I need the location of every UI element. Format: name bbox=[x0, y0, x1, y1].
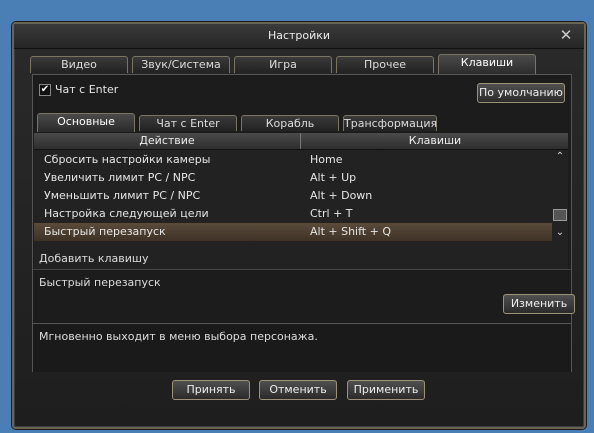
settings-window: Настройки ✕ Видео Звук/Система Игра Проч… bbox=[12, 22, 586, 429]
row-action: Уменьшить лимит PC / NPC bbox=[44, 189, 201, 202]
subtab-basic[interactable]: Основные bbox=[37, 113, 135, 132]
table-row[interactable]: Уменьшить лимит PC / NPC Alt + Down bbox=[34, 187, 552, 205]
subtab-chat-enter[interactable]: Чат с Enter bbox=[139, 115, 237, 131]
tab-misc[interactable]: Прочее bbox=[336, 56, 434, 73]
row-keys: Alt + Up bbox=[310, 171, 357, 184]
row-keys: Alt + Down bbox=[310, 189, 373, 202]
row-keys: Ctrl + T bbox=[310, 207, 353, 220]
tab-sound-system[interactable]: Звук/Система bbox=[132, 56, 230, 73]
row-action: Сбросить настройки камеры bbox=[44, 153, 211, 166]
tab-video[interactable]: Видео bbox=[30, 56, 128, 73]
chat-enter-label: Чат с Enter bbox=[55, 83, 119, 96]
row-keys: Home bbox=[310, 153, 343, 166]
window-title: Настройки bbox=[267, 29, 331, 42]
description-box: Мгновенно выходит в меню выбора персонаж… bbox=[33, 323, 571, 372]
row-action: Настройка следующей цели bbox=[44, 207, 209, 220]
add-key-label[interactable]: Добавить клавишу bbox=[39, 252, 149, 265]
title-bar: Настройки ✕ bbox=[14, 24, 584, 49]
table-header: Действие Клавиши bbox=[34, 133, 568, 150]
table-rows: Сбросить настройки камеры Home Увеличить… bbox=[34, 151, 552, 241]
description-text: Мгновенно выходит в меню выбора персонаж… bbox=[39, 330, 318, 343]
table-scrollbar[interactable]: ⌃ ⌄ bbox=[552, 151, 568, 241]
subtab-ship[interactable]: Корабль bbox=[241, 115, 339, 131]
keybind-table: Действие Клавиши Сбросить настройки каме… bbox=[34, 133, 568, 269]
row-action: Увеличить лимит PC / NPC bbox=[44, 171, 196, 184]
table-row[interactable]: Настройка следующей цели Ctrl + T bbox=[34, 205, 552, 223]
change-button[interactable]: Изменить bbox=[503, 294, 575, 314]
accept-button[interactable]: Принять bbox=[172, 380, 250, 400]
table-row-selected[interactable]: Быстрый перезапуск Alt + Shift + Q bbox=[34, 223, 552, 241]
apply-button[interactable]: Применить bbox=[347, 380, 425, 400]
tab-keys[interactable]: Клавиши bbox=[438, 54, 536, 74]
scroll-up-icon[interactable]: ⌃ bbox=[554, 151, 566, 163]
chat-enter-checkbox-row[interactable]: ✔ Чат с Enter bbox=[39, 83, 118, 96]
keys-panel: ✔ Чат с Enter По умолчанию Основные Чат … bbox=[32, 74, 575, 372]
row-keys: Alt + Shift + Q bbox=[310, 225, 391, 238]
column-header-keys[interactable]: Клавиши bbox=[300, 133, 569, 149]
scroll-thumb[interactable] bbox=[553, 209, 567, 221]
edit-area: Быстрый перезапуск Изменить bbox=[33, 269, 575, 314]
chat-enter-checkbox[interactable]: ✔ bbox=[39, 83, 51, 96]
scroll-down-icon[interactable]: ⌄ bbox=[554, 227, 566, 239]
subtab-transformation[interactable]: Трансформация bbox=[343, 115, 437, 131]
cancel-button[interactable]: Отменить bbox=[259, 380, 337, 400]
column-header-action[interactable]: Действие bbox=[34, 133, 300, 149]
table-row[interactable]: Увеличить лимит PC / NPC Alt + Up bbox=[34, 169, 552, 187]
table-row[interactable]: Сбросить настройки камеры Home bbox=[34, 151, 552, 169]
close-icon[interactable]: ✕ bbox=[558, 27, 574, 43]
default-button[interactable]: По умолчанию bbox=[477, 83, 565, 103]
tab-game[interactable]: Игра bbox=[234, 56, 332, 73]
row-action: Быстрый перезапуск bbox=[44, 225, 166, 238]
edit-current-action: Быстрый перезапуск bbox=[39, 276, 161, 289]
